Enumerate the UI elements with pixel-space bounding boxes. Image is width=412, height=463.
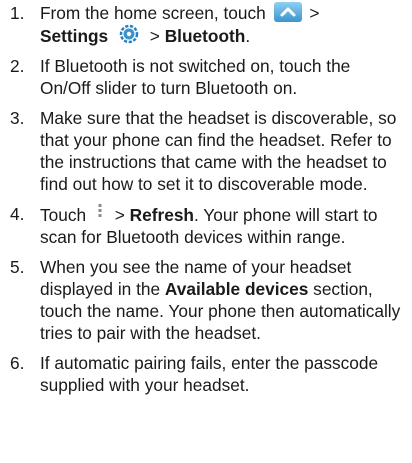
bluetooth-pairing-steps: 1. From the home screen, touch > Setting… bbox=[8, 2, 404, 396]
step-3: 3. Make sure that the headset is discove… bbox=[8, 107, 404, 195]
step-text: If automatic pairing fails, enter the pa… bbox=[40, 353, 379, 395]
step-number: 4. bbox=[10, 204, 25, 224]
refresh-label: Refresh bbox=[129, 205, 194, 225]
step-number: 2. bbox=[10, 56, 25, 76]
step-number: 1. bbox=[10, 3, 25, 23]
step-5: 5. When you see the name of your headset… bbox=[8, 256, 404, 344]
step-1: 1. From the home screen, touch > Setting… bbox=[8, 2, 404, 47]
available-devices-label: Available devices bbox=[164, 279, 309, 299]
step-6: 6. If automatic pairing fails, enter the… bbox=[8, 352, 404, 396]
step-text: Touch > Refresh. Your phone will start t… bbox=[40, 203, 378, 247]
step-number: 3. bbox=[10, 108, 25, 128]
instructions-document: 1. From the home screen, touch > Setting… bbox=[0, 0, 412, 463]
step-text: From the home screen, touch > Settings >… bbox=[40, 2, 320, 46]
settings-label: Settings bbox=[40, 26, 109, 46]
step-2: 2. If Bluetooth is not switched on, touc… bbox=[8, 55, 404, 99]
up-arrow-app-icon bbox=[273, 2, 302, 22]
step-number: 5. bbox=[10, 257, 25, 277]
menu-dots-icon bbox=[95, 203, 105, 223]
step-text: Make sure that the headset is discoverab… bbox=[40, 108, 397, 194]
step-number: 6. bbox=[10, 353, 25, 373]
step-text: When you see the name of your headset di… bbox=[40, 257, 401, 343]
step-4: 4. Touch > Refresh. Your phone will star… bbox=[8, 203, 404, 248]
settings-icon bbox=[119, 24, 139, 44]
step-text: If Bluetooth is not switched on, touch t… bbox=[40, 56, 351, 98]
bluetooth-label: Bluetooth bbox=[164, 26, 246, 46]
